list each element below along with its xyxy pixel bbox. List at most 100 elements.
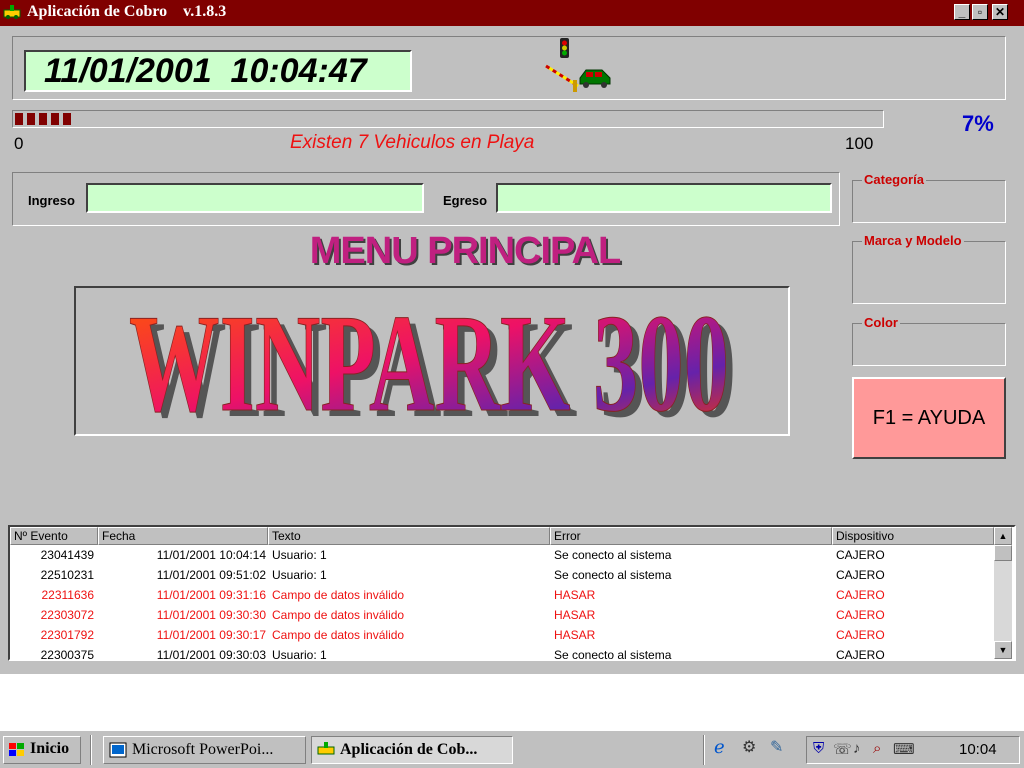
main-window: 11/01/2001 10:04:47 7% 0 100 Existen 7 V… [0, 26, 1024, 674]
windows-flag-icon [9, 743, 24, 756]
traffic-barrier-icon [317, 742, 335, 755]
volume-icon[interactable]: ♪ [853, 740, 861, 757]
keyboard-icon[interactable]: ⌨ [893, 740, 915, 758]
marca-modelo-label: Marca y Modelo [862, 233, 964, 248]
cell-text: Usuario: 1 [272, 568, 327, 582]
minimize-button[interactable]: _ [954, 4, 970, 20]
ingreso-label: Ingreso [28, 193, 75, 208]
cell-id: 22300375 [40, 648, 94, 661]
taskbar-separator [90, 735, 92, 765]
cell-id: 22510231 [40, 568, 94, 582]
cell-device: CAJERO [836, 548, 885, 562]
egreso-field[interactable] [496, 183, 832, 213]
progress-block [51, 113, 59, 125]
cell-text: Usuario: 1 [272, 648, 327, 661]
col-header-error[interactable]: Error [550, 527, 832, 545]
search-icon[interactable]: ⌕ [873, 740, 881, 757]
start-button[interactable]: Inicio [3, 736, 81, 764]
cell-error: Se conecto al sistema [554, 648, 672, 661]
egreso-label: Egreso [443, 193, 488, 208]
vehicles-status-message: Existen 7 Vehiculos en Playa [290, 132, 535, 153]
color-label: Color [862, 315, 900, 330]
cell-device: CAJERO [836, 588, 885, 602]
col-header-dispositivo[interactable]: Dispositivo [832, 527, 994, 545]
start-label: Inicio [30, 740, 70, 757]
cell-text: Campo de datos inválido [272, 628, 405, 642]
cell-date: 11/01/2001 09:51:02 [156, 568, 266, 582]
task-aplicacion-label: Aplicación de Cob... [340, 741, 478, 758]
event-log-row[interactable]: 22510231 11/01/2001 09:51:02 Usuario: 1 Se … [10, 565, 994, 585]
traffic-light-car-icon [545, 38, 611, 92]
scroll-up-button[interactable]: ▲ [994, 527, 1012, 545]
progress-block [27, 113, 35, 125]
cell-text: Campo de datos inválido [272, 608, 405, 622]
cell-date: 11/01/2001 09:30:03 [156, 648, 266, 661]
cell-error: HASAR [554, 628, 596, 642]
cell-error: HASAR [554, 588, 596, 602]
cell-date: 11/01/2001 09:31:16 [156, 588, 266, 602]
cell-error: HASAR [554, 608, 596, 622]
window-title: Aplicación de Cobro v.1.8.3 [27, 3, 227, 20]
cell-id: 22311636 [41, 588, 95, 602]
cell-device: CAJERO [836, 628, 885, 642]
col-header-evento[interactable]: Nº Evento [10, 527, 98, 545]
title-bar[interactable]: Aplicación de Cobro v.1.8.3 _ ▫ ✕ [0, 0, 1024, 26]
categoria-label: Categoría [862, 172, 926, 187]
help-f1-box[interactable]: F1 = AYUDA [852, 377, 1006, 459]
col-header-texto[interactable]: Texto [268, 527, 550, 545]
event-log-row[interactable]: 22300375 11/01/2001 09:30:03 Usuario: 1 Se … [10, 645, 994, 661]
progress-block [39, 113, 47, 125]
cell-id: 22303072 [40, 608, 94, 622]
restore-button[interactable]: ▫ [972, 4, 988, 20]
close-button[interactable]: ✕ [992, 4, 1008, 20]
event-log-row[interactable]: 22303072 11/01/2001 09:30:30 Campo de dato… [10, 605, 994, 625]
color-group: Color [852, 315, 1006, 366]
event-log-header: Nº Evento Fecha Texto Error Dispositivo [10, 527, 994, 545]
cell-id: 22301792 [40, 628, 94, 642]
ingreso-field[interactable] [86, 183, 424, 213]
cell-date: 11/01/2001 09:30:17 [156, 628, 266, 642]
quicklaunch-separator [703, 735, 705, 765]
progress-min-label: 0 [14, 134, 24, 153]
cell-error: Se conecto al sistema [554, 568, 672, 582]
task-powerpoint-label: Microsoft PowerPoi... [132, 741, 274, 758]
scroll-thumb[interactable] [994, 545, 1012, 561]
progress-max-label: 100 [845, 134, 874, 153]
app-icon[interactable] [3, 4, 21, 22]
connection-icon[interactable]: ☏ [833, 740, 852, 758]
scroll-down-button[interactable]: ▼ [994, 641, 1012, 659]
cell-device: CAJERO [836, 648, 885, 661]
system-tray: ⛨ ☏ ♪ ⌕ ⌨ 10:04 [806, 736, 1020, 764]
powerpoint-icon [109, 742, 127, 758]
edit-icon[interactable]: ✎ [770, 737, 783, 757]
event-log-scrollbar[interactable]: ▲ ▼ [994, 527, 1012, 659]
categoria-group: Categoría [852, 172, 1006, 223]
cell-date: 11/01/2001 10:04:14 [156, 548, 266, 562]
network-icon[interactable]: ⚙ [742, 737, 756, 757]
col-header-fecha[interactable]: Fecha [98, 527, 268, 545]
cell-device: CAJERO [836, 568, 885, 582]
event-log-row[interactable]: 22301792 11/01/2001 09:30:17 Campo de dato… [10, 625, 994, 645]
occupancy-progress-bar [12, 110, 884, 128]
winpark-logo: WINPARK 300 WINPARK 300 [129, 288, 737, 434]
cell-device: CAJERO [836, 608, 885, 622]
logo-panel: WINPARK 300 WINPARK 300 [74, 286, 790, 436]
ie-icon[interactable]: ℯ [714, 737, 725, 758]
antivirus-icon[interactable]: ⛨ [813, 740, 824, 757]
cell-text: Usuario: 1 [272, 548, 327, 562]
occupancy-percent: 7% [962, 111, 994, 136]
event-log-row[interactable]: 22311636 11/01/2001 09:31:16 Campo de dato… [10, 585, 994, 605]
cell-error: Se conecto al sistema [554, 548, 672, 562]
event-log-table[interactable]: Nº Evento Fecha Texto Error Dispositivo … [8, 525, 1016, 661]
clock-display: 11/01/2001 10:04:47 [24, 50, 412, 92]
cell-date: 11/01/2001 09:30:30 [156, 608, 266, 622]
task-aplicacion-cobro[interactable]: Aplicación de Cob... [311, 736, 513, 764]
task-powerpoint[interactable]: Microsoft PowerPoi... [103, 736, 306, 764]
progress-block [63, 113, 71, 125]
progress-block [15, 113, 23, 125]
cell-id: 23041439 [40, 548, 94, 562]
marca-modelo-group: Marca y Modelo [852, 233, 1006, 304]
menu-principal-title: MENU PRINCIPAL [309, 230, 621, 272]
event-log-row[interactable]: 23041439 11/01/2001 10:04:14 Usuario: 1 Se … [10, 545, 994, 565]
taskbar-clock: 10:04 [959, 741, 997, 758]
